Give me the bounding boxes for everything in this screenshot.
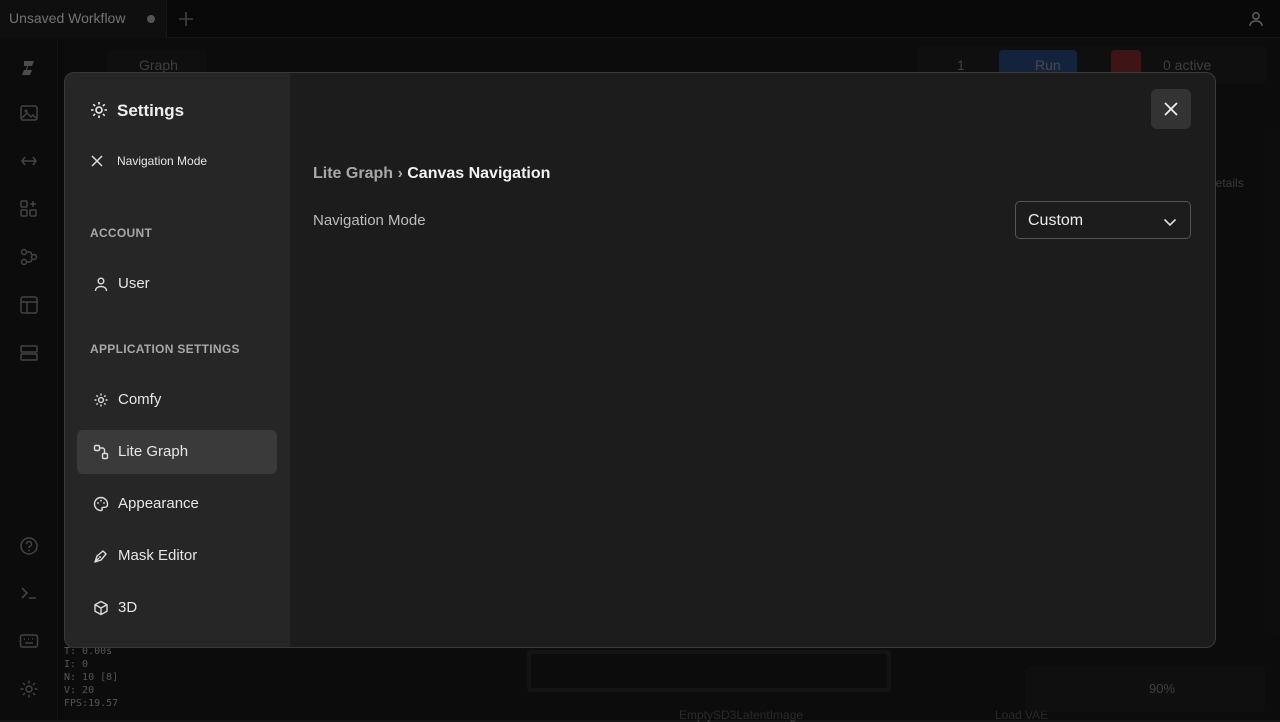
chevron-down-icon — [1163, 218, 1177, 227]
settings-gear-icon — [91, 102, 107, 118]
section-application-settings: APPLICATION SETTINGS — [90, 342, 240, 356]
settings-sidebar: Settings Navigation Mode ACCOUNT User AP… — [65, 73, 290, 647]
nav-item-lite-graph[interactable]: Lite Graph — [77, 430, 277, 474]
navigation-mode-select[interactable]: Custom — [1015, 201, 1191, 239]
settings-dialog: Settings Navigation Mode ACCOUNT User AP… — [64, 72, 1216, 648]
nav-item-label: Mask Editor — [118, 547, 198, 564]
nav-item-3d[interactable]: 3D — [77, 586, 277, 630]
nav-item-label: Appearance — [118, 495, 199, 512]
nav-item-comfy[interactable]: Comfy — [77, 378, 277, 422]
settings-search-input[interactable]: Navigation Mode — [117, 154, 207, 168]
nav-item-label: User — [118, 275, 150, 292]
nav-item-label: 3D — [118, 599, 138, 616]
gear-icon — [94, 393, 108, 407]
palette-icon — [93, 496, 109, 512]
section-account: ACCOUNT — [90, 226, 153, 240]
nav-item-label: Comfy — [118, 391, 162, 408]
settings-title: Settings — [117, 101, 185, 120]
breadcrumb-parent: Lite Graph — [313, 165, 394, 182]
nav-item-user[interactable]: User — [77, 262, 277, 306]
breadcrumb-separator: › — [393, 165, 408, 182]
clear-search-icon[interactable] — [90, 154, 104, 168]
navigation-mode-value: Custom — [1028, 212, 1084, 229]
close-dialog-button[interactable] — [1151, 89, 1191, 129]
close-icon — [1164, 102, 1178, 116]
breadcrumb-current: Canvas Navigation — [407, 165, 551, 182]
breadcrumb: Lite Graph › Canvas Navigation — [313, 165, 550, 183]
graph-nodes-icon — [93, 444, 109, 460]
cube-icon — [94, 600, 108, 616]
nav-item-label: Lite Graph — [118, 443, 189, 460]
setting-label-navigation-mode: Navigation Mode — [313, 212, 426, 229]
pen-tool-icon — [94, 550, 107, 563]
nav-item-mask-editor[interactable]: Mask Editor — [77, 534, 277, 578]
nav-item-appearance[interactable]: Appearance — [77, 482, 277, 526]
user-icon — [94, 277, 108, 292]
